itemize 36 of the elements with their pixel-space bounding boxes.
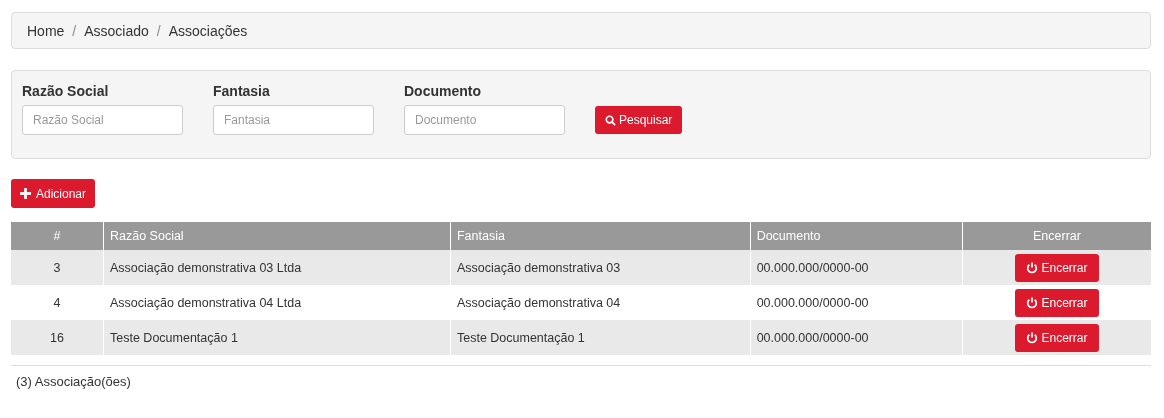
breadcrumb-separator: / bbox=[155, 22, 162, 39]
breadcrumb-link[interactable]: Associado bbox=[84, 22, 149, 39]
field-label: Razão Social bbox=[22, 83, 110, 99]
field-label: Documento bbox=[404, 83, 482, 99]
search-icon bbox=[605, 114, 616, 126]
add-button[interactable]: Adicionar bbox=[11, 179, 96, 208]
close-button[interactable]: Encerrar bbox=[1015, 253, 1099, 282]
power-icon bbox=[1026, 296, 1039, 309]
column-header: Encerrar bbox=[962, 222, 1151, 250]
column-header: Razão Social bbox=[103, 222, 451, 250]
close-button[interactable]: Encerrar bbox=[1015, 323, 1099, 352]
column-header: Fantasia bbox=[450, 222, 751, 250]
column-header: Documento bbox=[750, 222, 963, 250]
close-button[interactable]: Encerrar bbox=[1015, 288, 1099, 317]
table-cell: Associação demonstrativa 03 Ltda bbox=[103, 250, 451, 285]
table-cell: 4 bbox=[11, 285, 104, 320]
column-header: # bbox=[11, 222, 104, 250]
power-icon bbox=[1026, 331, 1039, 344]
table-cell: Associação demonstrativa 03 bbox=[450, 250, 751, 285]
input-field[interactable]: Fantasia bbox=[213, 105, 374, 135]
input-field[interactable]: Razão Social bbox=[22, 105, 183, 135]
table-cell: Teste Documentação 1 bbox=[450, 320, 751, 355]
table-cell: 00.000.000/0000-00 bbox=[750, 320, 963, 355]
breadcrumb-link[interactable]: Home bbox=[27, 22, 65, 39]
search-button[interactable]: Pesquisar bbox=[595, 106, 683, 134]
record-count: (3) Associação(ões) bbox=[15, 374, 131, 389]
table-cell: Teste Documentação 1 bbox=[103, 320, 451, 355]
breadcrumb-current: Associações bbox=[168, 22, 248, 39]
breadcrumb-separator: / bbox=[71, 22, 78, 39]
field-label: Fantasia bbox=[213, 83, 271, 99]
plus-icon bbox=[20, 188, 31, 199]
input-field[interactable]: Documento bbox=[404, 105, 565, 135]
power-icon bbox=[1026, 261, 1039, 274]
table-cell: 16 bbox=[11, 320, 104, 355]
table-cell: 00.000.000/0000-00 bbox=[750, 250, 963, 285]
table-cell: 3 bbox=[11, 250, 104, 285]
